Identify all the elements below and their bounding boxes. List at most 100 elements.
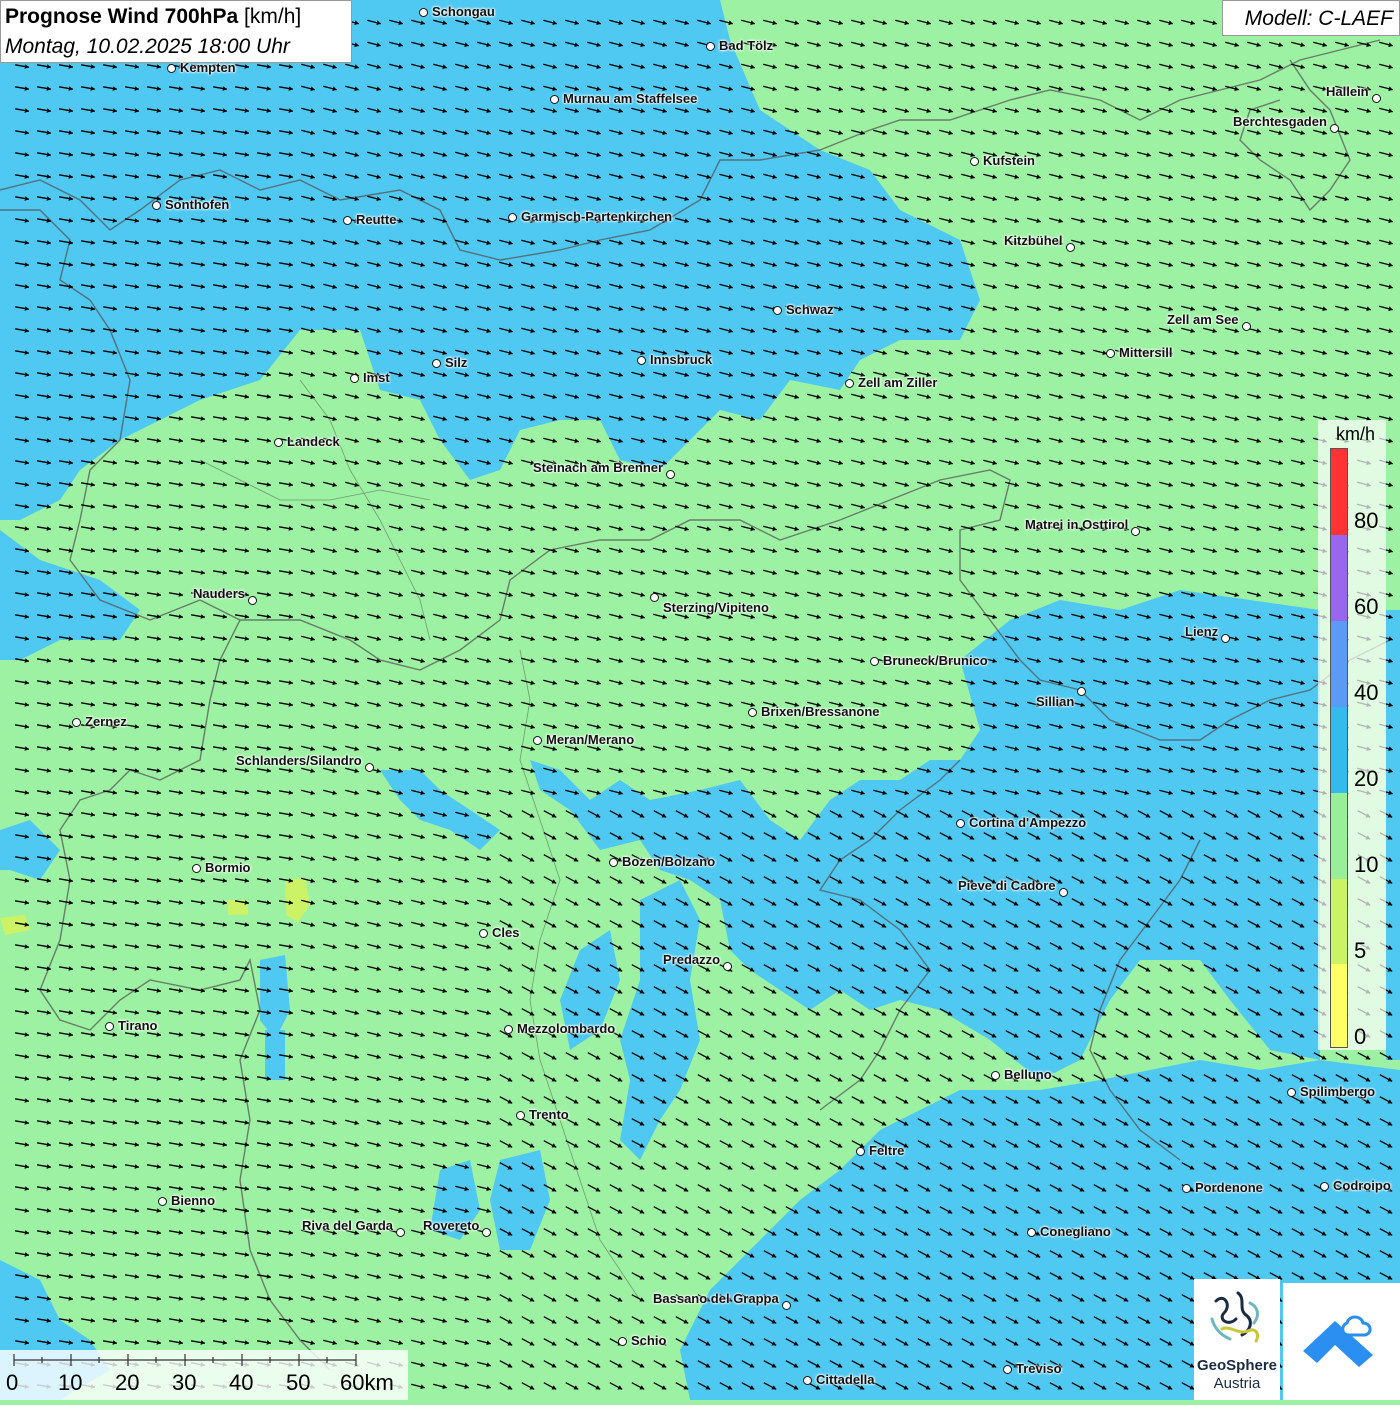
city-label: Belluno	[1004, 1067, 1052, 1082]
legend-seg-40	[1331, 621, 1347, 707]
city-label: Zell am Ziller	[858, 375, 938, 390]
city-marker-icon	[1059, 888, 1068, 897]
city-label: Silz	[445, 355, 468, 370]
city-marker-icon	[1106, 349, 1115, 358]
city-marker-icon	[748, 708, 757, 717]
city-label: Trento	[529, 1107, 569, 1122]
legend-seg-10	[1331, 793, 1347, 879]
legend-unit: km/h	[1336, 424, 1376, 444]
scale-bar: 0 10 20 30 40 50 60km	[0, 1350, 408, 1400]
city-marker-icon	[1066, 243, 1075, 252]
city-marker-icon	[1330, 124, 1339, 133]
city-marker-icon	[1287, 1088, 1296, 1097]
city-label: Rovereto	[423, 1218, 480, 1233]
city-marker-icon	[365, 763, 374, 772]
city-label: Schongau	[432, 4, 495, 19]
city-label: Kempten	[180, 60, 236, 75]
city-label: Kitzbühel	[1004, 233, 1063, 248]
city-label: Feltre	[869, 1143, 905, 1158]
geosphere-emblem-icon	[1210, 1291, 1260, 1343]
city-label: Reutte	[356, 212, 397, 227]
city-label: Cittadella	[816, 1372, 875, 1387]
scale-ruler	[13, 1354, 357, 1366]
city-marker-icon	[970, 157, 979, 166]
city-label: Murnau am Staffelsee	[563, 91, 698, 106]
city-label: Lienz	[1185, 624, 1219, 639]
city-marker-icon	[482, 1228, 491, 1237]
city-marker-icon	[508, 213, 517, 222]
city-label: Zell am See	[1167, 312, 1239, 327]
city-marker-icon	[1003, 1365, 1012, 1374]
city-marker-icon	[609, 858, 618, 867]
city-marker-icon	[396, 1228, 405, 1237]
city-label: Innsbruck	[650, 352, 713, 367]
city-label: Schlanders/Silandro	[236, 753, 362, 768]
map-title: Prognose Wind 700hPa [km/h]	[5, 5, 301, 29]
city-label: Spilimbergo	[1300, 1084, 1376, 1099]
city-marker-icon	[782, 1301, 791, 1310]
city-label: Predazzo	[663, 952, 721, 967]
city-label: Sterzing/Vipiteno	[663, 600, 769, 615]
city-marker-icon	[72, 718, 81, 727]
city-marker-icon	[723, 962, 732, 971]
legend-label: 20	[1354, 766, 1379, 791]
city-marker-icon	[516, 1111, 525, 1120]
legend-seg-0	[1331, 964, 1347, 1047]
city-label: Landeck	[287, 434, 340, 449]
geosphere-logo[interactable]: GeoSphere Austria	[1194, 1279, 1280, 1400]
city-label: Zernez	[85, 714, 127, 729]
model-label: Modell: C-LAEF	[1244, 7, 1393, 30]
city-marker-icon	[991, 1071, 1000, 1080]
city-label: Kufstein	[983, 153, 1035, 168]
city-label: Bozen/Bolzano	[622, 854, 716, 869]
legend-label: 80	[1354, 508, 1379, 533]
city-label: Cortina d'Ampezzo	[969, 815, 1087, 830]
city-label: Matrei in Osttirol	[1025, 517, 1129, 532]
city-label: Bienno	[171, 1193, 216, 1208]
scale-label: 30	[172, 1370, 197, 1395]
city-marker-icon	[248, 596, 257, 605]
app-arrow-icon	[1303, 1315, 1373, 1367]
geosphere-line2: Austria	[1213, 1375, 1261, 1392]
city-label: Mezzolombardo	[517, 1021, 616, 1036]
city-label: Pordenone	[1195, 1180, 1263, 1195]
city-marker-icon	[803, 1376, 812, 1385]
city-label: Riva del Garda	[302, 1218, 394, 1233]
scale-label: 10	[58, 1370, 83, 1395]
city-marker-icon	[666, 470, 675, 479]
city-marker-icon	[350, 374, 359, 383]
legend-bar	[1330, 448, 1348, 1048]
city-marker-icon	[956, 819, 965, 828]
city-marker-icon	[550, 95, 559, 104]
city-marker-icon	[343, 216, 352, 225]
geosphere-line1: GeoSphere	[1196, 1357, 1278, 1374]
model-box: Modell: C-LAEF	[1222, 0, 1400, 36]
city-label: Sillian	[1036, 694, 1075, 709]
city-label: Treviso	[1016, 1361, 1062, 1376]
city-marker-icon	[1077, 687, 1086, 696]
city-marker-icon	[773, 306, 782, 315]
app-logo[interactable]	[1283, 1283, 1400, 1400]
city-marker-icon	[1320, 1182, 1329, 1191]
legend-label: 60	[1354, 594, 1379, 619]
city-label: Mittersill	[1119, 345, 1173, 360]
city-marker-icon	[706, 42, 715, 51]
city-marker-icon	[637, 356, 646, 365]
legend-seg-80	[1331, 449, 1347, 535]
city-marker-icon	[432, 359, 441, 368]
legend-label: 10	[1354, 852, 1379, 877]
city-marker-icon	[479, 929, 488, 938]
city-label: Steinach am Brenner	[533, 460, 664, 475]
city-label: Bormio	[205, 860, 251, 875]
title-text: Prognose Wind 700hPa	[5, 5, 239, 28]
scale-label: 40	[229, 1370, 254, 1395]
city-label: Cles	[492, 925, 520, 940]
scale-label: 0	[6, 1370, 19, 1395]
city-marker-icon	[1131, 527, 1140, 536]
city-label: Pieve di Cadore	[958, 878, 1056, 893]
city-marker-icon	[158, 1197, 167, 1206]
city-label: Hallein	[1326, 84, 1369, 99]
forecast-datetime: Montag, 10.02.2025 18:00 Uhr	[5, 35, 290, 58]
city-label: Garmisch-Partenkirchen	[521, 209, 673, 224]
city-label: Schio	[631, 1333, 667, 1348]
